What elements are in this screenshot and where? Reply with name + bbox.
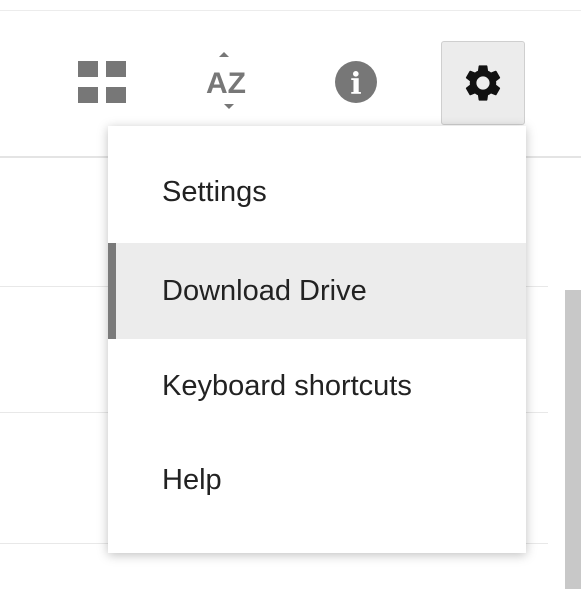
settings-button[interactable]: [441, 41, 525, 125]
menu-item-keyboard-shortcuts[interactable]: Keyboard shortcuts: [108, 338, 526, 434]
sort-az-label: AZ: [206, 67, 246, 100]
info-glyph: i: [350, 67, 361, 102]
grid-view-button[interactable]: [60, 40, 144, 124]
sort-button[interactable]: AZ: [186, 40, 270, 124]
settings-menu: Settings Download Drive Keyboard shortcu…: [108, 126, 526, 553]
menu-item-label: Download Drive: [162, 274, 367, 307]
menu-item-download-drive[interactable]: Download Drive: [108, 243, 526, 339]
drive-page: AZ i Settings Download Drive Keyboard sh…: [0, 0, 581, 589]
top-border: [0, 10, 581, 11]
grid-view-icon: [78, 61, 126, 103]
details-button[interactable]: i: [314, 40, 398, 124]
hover-indicator: [108, 243, 116, 339]
menu-item-settings[interactable]: Settings: [108, 144, 526, 240]
sort-az-icon: AZ: [206, 52, 246, 109]
menu-item-label: Settings: [162, 175, 267, 208]
menu-item-help[interactable]: Help: [108, 432, 526, 528]
gear-icon: [465, 65, 501, 101]
info-icon: i: [335, 61, 377, 103]
scrollbar[interactable]: [565, 290, 581, 589]
menu-item-label: Help: [162, 463, 222, 496]
menu-item-label: Keyboard shortcuts: [162, 369, 412, 402]
